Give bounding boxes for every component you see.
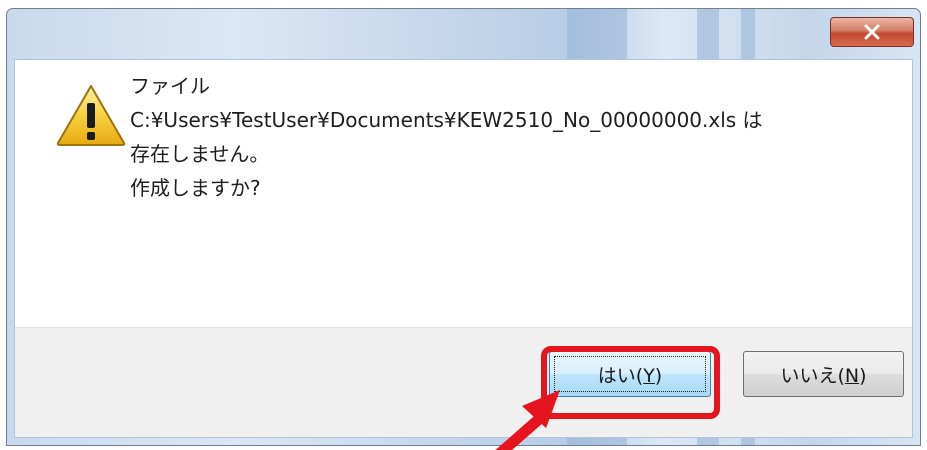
close-icon	[864, 24, 880, 40]
message-line: 作成しますか?	[130, 176, 261, 200]
close-button[interactable]	[830, 17, 914, 47]
no-button-label: いいえ(N)	[780, 364, 867, 387]
message-line: ファイル	[130, 74, 210, 98]
warning-icon	[56, 85, 126, 146]
message-line: C:¥Users¥TestUser¥Documents¥KEW2510_No_0…	[130, 108, 763, 132]
message-line: 存在しません。	[130, 142, 270, 166]
no-button[interactable]: いいえ(N)	[743, 351, 904, 397]
pointer-arrow	[495, 390, 560, 450]
dialog-message: ファイル C:¥Users¥TestUser¥Documents¥KEW2510…	[130, 69, 887, 205]
